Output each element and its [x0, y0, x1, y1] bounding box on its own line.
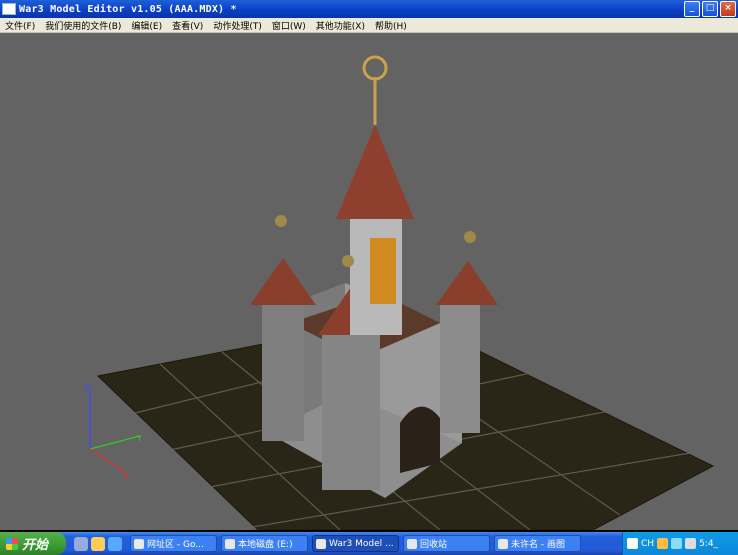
window-icon: [134, 538, 144, 549]
window-icon: [316, 538, 326, 549]
start-button[interactable]: 开始: [0, 532, 66, 555]
task-button[interactable]: 回收站: [403, 535, 490, 552]
castle-model-render: Z Y X: [84, 55, 715, 530]
menu-window[interactable]: 窗口(W): [267, 19, 311, 32]
user-icon[interactable]: [657, 538, 669, 549]
menu-edit[interactable]: 编辑(E): [126, 19, 167, 32]
task-list: 网址区 - Go... 本地磁盘 (E:) War3 Model ... 回收站…: [130, 535, 581, 552]
clock[interactable]: 5:4_: [699, 539, 718, 549]
model-viewport[interactable]: Z Y X: [0, 33, 738, 530]
network-icon[interactable]: [671, 538, 683, 549]
menu-other-tools[interactable]: 其他功能(X): [311, 19, 370, 32]
recycle-bin-icon: [407, 538, 417, 549]
task-button[interactable]: 网址区 - Go...: [130, 535, 217, 552]
menu-animation[interactable]: 动作处理(T): [208, 19, 267, 32]
menu-view[interactable]: 查看(V): [167, 19, 208, 32]
close-button[interactable]: ×: [720, 1, 736, 17]
title-bar[interactable]: War3 Model Editor v1.05 (AAA.MDX) * _ □ …: [0, 0, 738, 18]
axis-z-label: Z: [84, 383, 90, 392]
language-indicator[interactable]: CH: [641, 539, 654, 549]
windows-flag-icon: [6, 537, 18, 550]
start-label: 开始: [22, 538, 49, 553]
app-icon: [2, 3, 16, 15]
window-title: War3 Model Editor v1.05 (AAA.MDX) *: [19, 3, 237, 15]
paint-icon: [498, 538, 508, 549]
media-player-icon[interactable]: [91, 536, 105, 551]
minimize-button[interactable]: _: [684, 1, 700, 17]
task-button-active[interactable]: War3 Model ...: [312, 535, 399, 552]
ime-icon[interactable]: [627, 538, 638, 549]
maximize-button[interactable]: □: [702, 1, 718, 17]
quick-launch: [74, 536, 122, 551]
task-button[interactable]: 本地磁盘 (E:): [221, 535, 308, 552]
task-button[interactable]: 未许名 - 画图: [494, 535, 581, 552]
axis-y-label: Y: [136, 434, 142, 443]
menu-help[interactable]: 帮助(H): [370, 19, 412, 32]
axis-x-label: X: [123, 473, 129, 482]
folder-icon: [225, 538, 235, 549]
menu-file[interactable]: 文件(F): [0, 19, 40, 32]
volume-icon[interactable]: [685, 538, 697, 549]
menu-used-files[interactable]: 我们使用的文件(B): [40, 19, 126, 32]
system-tray: CH 5:4_: [622, 532, 738, 555]
show-desktop-icon[interactable]: [74, 536, 88, 551]
browser-icon[interactable]: [108, 536, 122, 551]
menu-bar: 文件(F) 我们使用的文件(B) 编辑(E) 查看(V) 动作处理(T) 窗口(…: [0, 18, 738, 33]
taskbar: 开始 网址区 - Go... 本地磁盘 (E:) War3 Model ... …: [0, 532, 738, 555]
